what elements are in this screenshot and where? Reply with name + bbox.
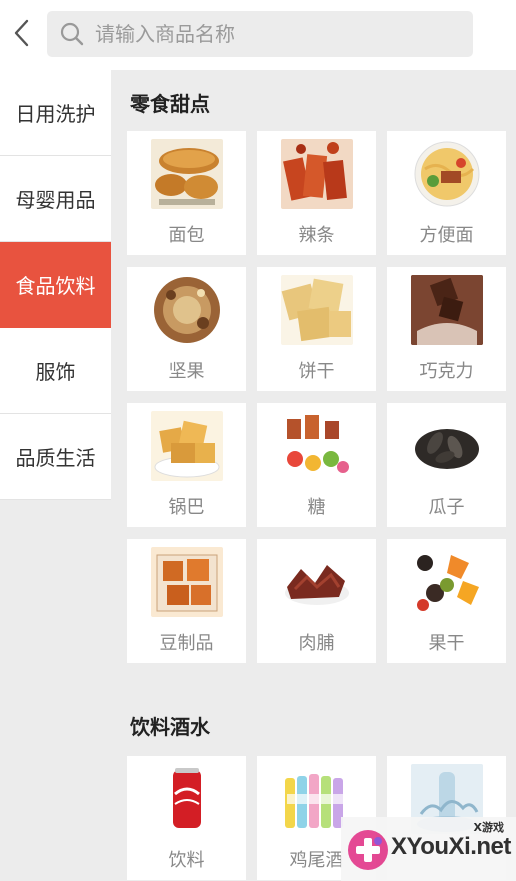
top-bar: [0, 0, 516, 70]
product-tile-dried-fruit[interactable]: 果干: [387, 539, 506, 663]
nuts-image: [150, 275, 223, 345]
product-label: 锅巴: [168, 497, 205, 518]
sidebar-item-daily-care[interactable]: 日用洗护: [0, 70, 111, 156]
product-tile-bread[interactable]: 面包: [127, 131, 246, 255]
sidebar-item-label: 母婴用品: [15, 188, 96, 212]
section-title-snacks: 零食甜点: [130, 92, 210, 116]
instant-noodles-image: [410, 139, 483, 209]
product-tile-bean-product[interactable]: 豆制品: [127, 539, 246, 663]
product-tile-chocolate[interactable]: 巧克力: [387, 267, 506, 391]
dried-fruit-image: [410, 547, 483, 617]
snacks-grid: 面包 辣条 方便面 坚果 饼干 巧克力 锅巴 糖 瓜子 豆制品 肉脯 果干: [127, 131, 507, 663]
product-label: 方便面: [419, 225, 474, 246]
sidebar-item-label: 日用洗护: [15, 102, 96, 126]
watermark-site-text: XYouXi.net: [391, 833, 511, 860]
product-label: 坚果: [168, 361, 205, 382]
sidebar-item-baby[interactable]: 母婴用品: [0, 156, 111, 242]
sidebar-item-quality-life[interactable]: 品质生活: [0, 414, 111, 500]
product-label: 面包: [168, 225, 205, 246]
product-tile-rice-crust[interactable]: 锅巴: [127, 403, 246, 527]
product-label: 鸡尾酒: [289, 850, 344, 871]
sidebar-item-food-drinks[interactable]: 食品饮料: [0, 242, 111, 328]
sidebar-item-label: 食品饮料: [15, 274, 96, 298]
product-tile-nuts[interactable]: 坚果: [127, 267, 246, 391]
search-bar[interactable]: [47, 11, 473, 57]
spicy-strip-image: [280, 139, 353, 209]
biscuit-image: [280, 275, 353, 345]
bread-image: [150, 139, 223, 209]
product-label: 豆制品: [159, 633, 214, 654]
section-title-drinks: 饮料酒水: [130, 715, 210, 739]
game-controller-logo-icon: [348, 830, 388, 870]
product-label: 糖: [307, 497, 326, 518]
product-label: 瓜子: [428, 497, 465, 518]
cola-can-image: [150, 764, 223, 834]
rice-crust-image: [150, 411, 223, 481]
product-label: 肉脯: [298, 633, 335, 654]
search-input[interactable]: [95, 22, 435, 46]
sidebar-item-label: 服饰: [35, 360, 76, 384]
product-tile-sunflower-seeds[interactable]: 瓜子: [387, 403, 506, 527]
product-tile-instant-noodles[interactable]: 方便面: [387, 131, 506, 255]
product-tile-soft-drink[interactable]: 饮料: [127, 756, 246, 880]
product-tile-jerky[interactable]: 肉脯: [257, 539, 376, 663]
candy-image: [280, 411, 353, 481]
sidebar-item-label: 品质生活: [15, 446, 96, 470]
chocolate-image: [410, 275, 483, 345]
product-label: 饼干: [298, 361, 335, 382]
jerky-image: [280, 547, 353, 617]
product-tile-spicy-strip[interactable]: 辣条: [257, 131, 376, 255]
bean-product-image: [150, 547, 223, 617]
search-icon: [60, 22, 84, 46]
product-label: 果干: [428, 633, 465, 654]
product-label: 饮料: [168, 850, 205, 871]
chevron-left-icon: [14, 19, 29, 47]
category-sidebar: 日用洗护 母婴用品 食品饮料 服饰 品质生活: [0, 70, 111, 500]
product-label: 辣条: [298, 225, 335, 246]
sunflower-seeds-image: [410, 411, 483, 481]
watermark: X游戏 XYouXi.net: [341, 817, 516, 881]
product-tile-candy[interactable]: 糖: [257, 403, 376, 527]
product-tile-biscuit[interactable]: 饼干: [257, 267, 376, 391]
back-button[interactable]: [8, 16, 34, 50]
product-label: 巧克力: [419, 361, 474, 382]
sidebar-item-clothing[interactable]: 服饰: [0, 328, 111, 414]
